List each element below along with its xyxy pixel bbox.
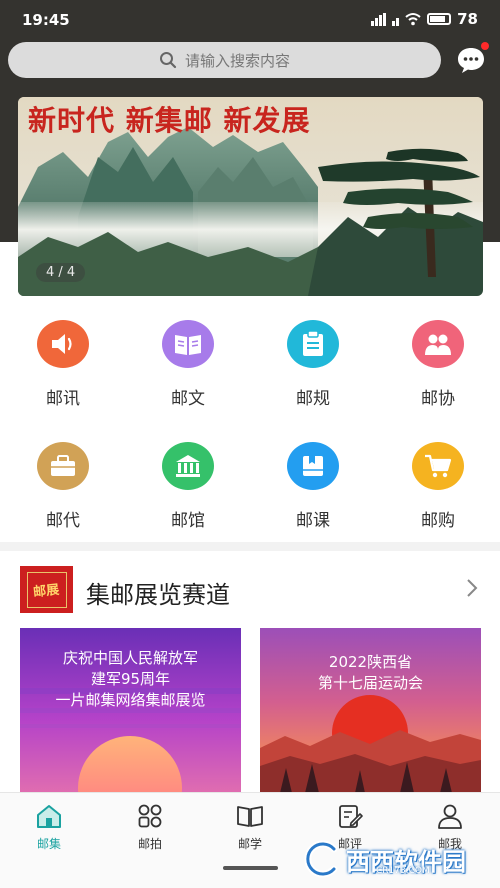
clipboard-icon [287, 320, 339, 368]
home-indicator [223, 866, 278, 870]
people-icon [412, 320, 464, 368]
exhibition-card-1[interactable]: 庆祝中国人民解放军 建军95周年 一片邮集网络集邮展览 [20, 628, 241, 793]
tab-youxue[interactable]: 邮学 [220, 803, 280, 852]
card-1-title: 庆祝中国人民解放军 建军95周年 一片邮集网络集邮展览 [20, 648, 241, 711]
book-icon [162, 320, 214, 368]
user-icon [438, 804, 462, 829]
exhibition-card-2[interactable]: 2022陕西省 第十七届运动会 [260, 628, 481, 793]
tab-youji[interactable]: 邮集 [19, 803, 79, 852]
home-icon [37, 805, 61, 828]
card-1-line-1: 庆祝中国人民解放军 [62, 649, 198, 667]
search-icon [159, 52, 177, 69]
card-2-line-2: 第十七届运动会 [317, 674, 423, 692]
tab-youpai[interactable]: 邮拍 [120, 803, 180, 852]
message-button[interactable] [455, 42, 489, 76]
grid-item-youdai[interactable]: 邮代 [13, 442, 113, 531]
battery-level: 78 [457, 10, 478, 28]
watermark-logo: 西西软件园 CR173.COM [302, 836, 478, 882]
grid-item-label: 邮协 [421, 389, 455, 409]
status-icons: 78 [371, 10, 478, 28]
battery-icon [427, 13, 452, 25]
notification-dot [481, 42, 489, 50]
grid-item-youxie[interactable]: 邮协 [388, 320, 488, 409]
grid-item-label: 邮馆 [171, 511, 205, 531]
wifi-icon [405, 13, 421, 26]
grid-item-yougou[interactable]: 邮购 [388, 442, 488, 531]
cart-icon [412, 442, 464, 490]
banner-title: 新时代 新集邮 新发展 [28, 104, 311, 137]
banner-page-indicator: 4 / 4 [36, 263, 86, 282]
grid-item-label: 邮文 [171, 389, 205, 409]
grid-item-label: 邮课 [296, 511, 330, 531]
card-1-line-2: 建军95周年 [90, 670, 171, 688]
search-bar[interactable]: 请输入搜索内容 [8, 42, 441, 78]
speaker-icon [37, 320, 89, 368]
status-time: 19:45 [22, 11, 70, 29]
grid-item-yougui[interactable]: 邮规 [263, 320, 363, 409]
search-placeholder: 请输入搜索内容 [184, 51, 290, 70]
grid-item-label: 邮代 [46, 511, 80, 531]
card-2-title: 2022陕西省 第十七届运动会 [260, 652, 481, 694]
seal-text: 邮展 [32, 582, 61, 601]
banner-carousel[interactable]: 新时代 新集邮 新发展 4 / 4 [18, 97, 483, 296]
stamp-logo: 邮展 [20, 566, 73, 613]
grid-item-label: 邮讯 [46, 389, 80, 409]
museum-icon [162, 442, 214, 490]
card-2-line-1: 2022陕西省 [328, 653, 413, 671]
grid-icon [138, 804, 162, 828]
grid-item-youwen[interactable]: 邮文 [138, 320, 238, 409]
signal-icon [371, 12, 387, 26]
edit-icon [339, 805, 363, 828]
briefcase-icon [37, 442, 89, 490]
section-title: 集邮展览赛道 [86, 581, 230, 609]
signal-2-icon [392, 13, 400, 26]
chevron-right-icon[interactable] [466, 578, 478, 598]
tab-label: 邮学 [237, 837, 262, 851]
grid-item-label: 邮规 [296, 389, 330, 409]
card-1-line-3: 一片邮集网络集邮展览 [55, 691, 206, 709]
status-bar: 19:45 78 [0, 0, 500, 40]
grid-item-youke[interactable]: 邮课 [263, 442, 363, 531]
tab-label: 邮拍 [137, 837, 162, 851]
section-header[interactable]: 邮展 集邮展览赛道 [0, 560, 500, 620]
tab-label: 邮集 [36, 837, 61, 851]
grid-item-label: 邮购 [421, 511, 455, 531]
section-divider [0, 542, 500, 551]
watermark-domain: CR173.COM [376, 866, 430, 876]
grid-item-youguan[interactable]: 邮馆 [138, 442, 238, 531]
watermark-c-icon [304, 840, 338, 878]
grid-item-youxun[interactable]: 邮讯 [13, 320, 113, 409]
class-icon [287, 442, 339, 490]
open-book-icon [237, 806, 263, 827]
